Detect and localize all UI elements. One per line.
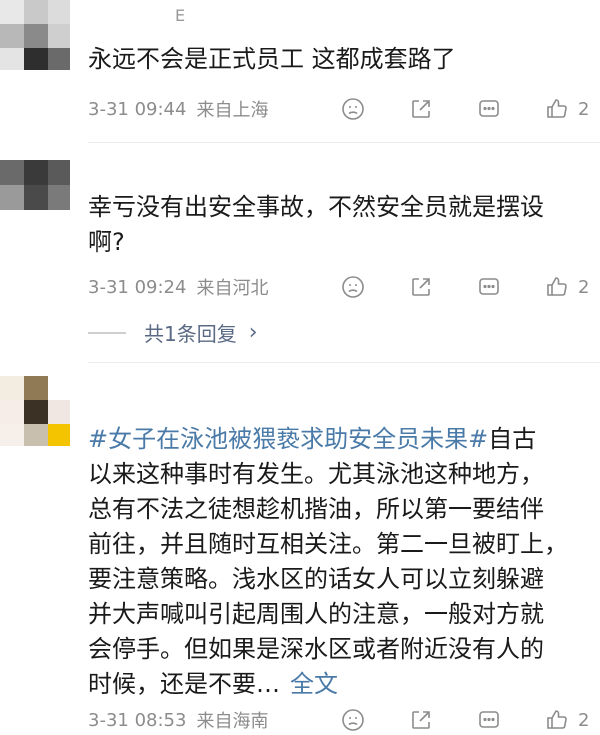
replies-dash bbox=[88, 331, 126, 334]
share-icon bbox=[412, 711, 430, 729]
comment-actions: 2 bbox=[340, 705, 589, 735]
dislike-button[interactable] bbox=[340, 274, 366, 300]
avatar[interactable] bbox=[0, 0, 70, 70]
thumbs-up-icon bbox=[547, 277, 567, 296]
divider bbox=[88, 142, 600, 143]
comment-icon bbox=[479, 278, 499, 295]
like-button[interactable] bbox=[544, 707, 570, 733]
like-button[interactable] bbox=[544, 96, 570, 122]
share-button[interactable] bbox=[408, 274, 434, 300]
comment-text: 永远不会是正式员工 这都成套路了 bbox=[88, 45, 456, 73]
comment-text: #女子在泳池被猥亵求助安全员未果#自古 以来这种事时有发生。尤其泳池这种地方， … bbox=[88, 422, 588, 702]
comment-time: 3-31 09:24 bbox=[88, 276, 187, 298]
comment-meta: 3-31 08:53 来自海南 2 bbox=[88, 705, 600, 735]
username[interactable]: E bbox=[175, 6, 186, 25]
share-button[interactable] bbox=[408, 707, 434, 733]
comment-text-line: 要注意策略。浅水区的话女人可以立刻躲避 bbox=[88, 565, 544, 593]
avatar[interactable] bbox=[0, 376, 70, 446]
dislike-face-icon bbox=[342, 276, 364, 298]
thumbs-up-icon bbox=[547, 99, 567, 118]
comment-text-line: #女子在泳池被猥亵求助安全员未果#自古 bbox=[88, 422, 588, 457]
comment-item: 幸亏没有出安全事故，不然安全员就是摆设 啊? 3-31 09:24 来自河北 2… bbox=[0, 160, 600, 360]
comment-text-line: 并大声喊叫引起周围人的注意，一般对方就 bbox=[88, 600, 544, 628]
comment-item: #女子在泳池被猥亵求助安全员未果#自古 以来这种事时有发生。尤其泳池这种地方， … bbox=[0, 376, 600, 735]
expand-full-text-link[interactable]: 全文 bbox=[290, 670, 338, 698]
comment-button[interactable] bbox=[476, 274, 502, 300]
comment-location: 来自海南 bbox=[196, 711, 269, 732]
dislike-button[interactable] bbox=[340, 96, 366, 122]
comment-text-line: 时候，还是不要… 全文 bbox=[88, 667, 588, 702]
comment-text-line: 总有不法之徒想趁机揩油，所以第一要结伴 bbox=[88, 495, 544, 523]
like-count: 2 bbox=[578, 709, 590, 731]
dislike-face-icon bbox=[342, 709, 364, 731]
like-count: 2 bbox=[578, 98, 590, 120]
comment-button[interactable] bbox=[476, 96, 502, 122]
comment-text-fragment: 时候，还是不要… bbox=[88, 670, 280, 698]
comment-meta: 3-31 09:24 来自河北 2 bbox=[88, 272, 600, 302]
share-button[interactable] bbox=[408, 96, 434, 122]
comment-item: E 永远不会是正式员工 这都成套路了 3-31 09:44 来自上海 2 bbox=[0, 0, 600, 140]
dislike-face-icon bbox=[342, 98, 364, 120]
chevron-right-icon: › bbox=[248, 320, 258, 345]
comment-text-line: 会停手。但如果是深水区或者附近没有人的 bbox=[88, 635, 544, 663]
comment-button[interactable] bbox=[476, 707, 502, 733]
comment-actions: 2 bbox=[340, 272, 589, 302]
dislike-button[interactable] bbox=[340, 707, 366, 733]
like-button[interactable] bbox=[544, 274, 570, 300]
thumbs-up-icon bbox=[547, 710, 567, 729]
comment-text: 幸亏没有出安全事故，不然安全员就是摆设 啊? bbox=[88, 190, 588, 260]
comment-time: 3-31 08:53 bbox=[88, 709, 187, 731]
comment-icon bbox=[479, 711, 499, 728]
comment-icon bbox=[479, 100, 499, 117]
comment-text-line: 幸亏没有出安全事故，不然安全员就是摆设 bbox=[88, 193, 544, 221]
hashtag-link[interactable]: #女子在泳池被猥亵求助安全员未果# bbox=[88, 425, 488, 453]
share-icon bbox=[412, 100, 430, 118]
replies-label: 共1条回复 bbox=[144, 322, 237, 346]
comment-text-line: 前往，并且随时互相关注。第二一旦被盯上， bbox=[88, 530, 568, 558]
divider bbox=[88, 362, 600, 363]
avatar[interactable] bbox=[0, 160, 70, 210]
comment-text-fragment: 自古 bbox=[488, 425, 537, 453]
share-icon bbox=[412, 278, 430, 296]
comment-actions: 2 bbox=[340, 94, 589, 124]
replies-link[interactable]: 共1条回复 › bbox=[88, 318, 258, 347]
comment-location: 来自上海 bbox=[196, 100, 269, 121]
comment-time: 3-31 09:44 bbox=[88, 98, 187, 120]
like-count: 2 bbox=[578, 276, 590, 298]
comment-text-line: 以来这种事时有发生。尤其泳池这种地方， bbox=[88, 460, 544, 488]
comment-meta: 3-31 09:44 来自上海 2 bbox=[88, 94, 600, 124]
comment-location: 来自河北 bbox=[196, 278, 269, 299]
comment-text-line: 啊? bbox=[88, 228, 125, 256]
